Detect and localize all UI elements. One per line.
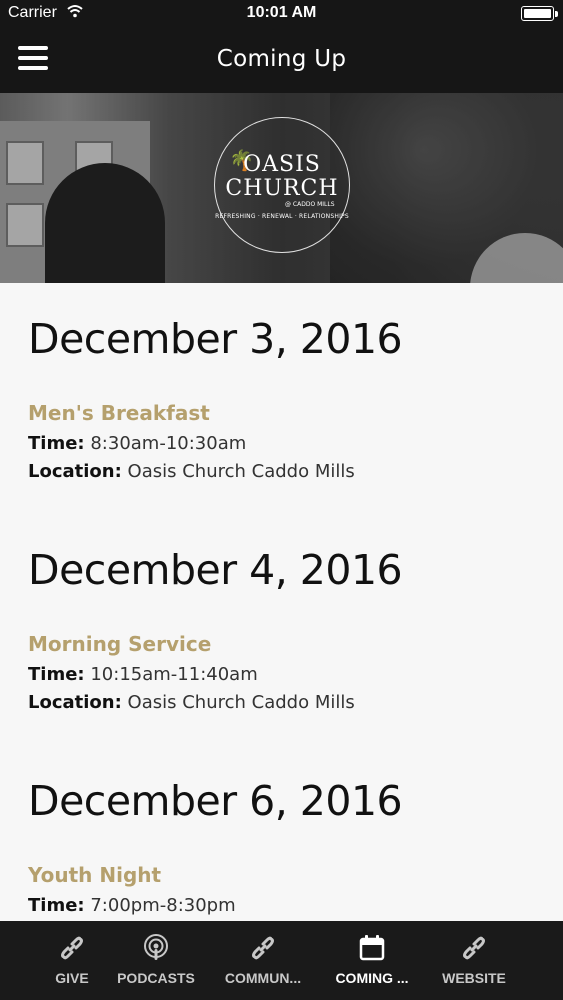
time-label: Time: bbox=[28, 895, 85, 916]
logo-line-2: CHURCH bbox=[225, 176, 339, 201]
tab-label: COMING ... bbox=[335, 970, 409, 986]
event-time: Time: 7:00pm-8:30pm bbox=[28, 895, 236, 916]
event-title[interactable]: Men's Breakfast bbox=[28, 401, 210, 425]
tab-label: PODCASTS bbox=[117, 970, 195, 986]
page-title: Coming Up bbox=[216, 46, 347, 72]
tab-community[interactable]: COMMUN... bbox=[215, 921, 311, 1000]
event-title[interactable]: Youth Night bbox=[28, 863, 161, 887]
event-location: Location: Oasis Church Caddo Mills bbox=[28, 461, 355, 482]
calendar-icon bbox=[324, 933, 420, 963]
time-value: 10:15am-11:40am bbox=[90, 664, 258, 685]
nav-bar: Coming Up bbox=[0, 28, 563, 93]
event-time: Time: 10:15am-11:40am bbox=[28, 664, 258, 685]
event-title[interactable]: Morning Service bbox=[28, 632, 211, 656]
location-label: Location: bbox=[28, 461, 122, 482]
event-date: December 6, 2016 bbox=[28, 777, 403, 825]
tab-label: WEBSITE bbox=[442, 970, 506, 986]
link-icon bbox=[430, 933, 518, 963]
battery-tip bbox=[555, 11, 558, 17]
logo-line-1: OASIS bbox=[243, 152, 321, 177]
church-logo: 🌴 OASIS CHURCH @ CADDO MILLS REFRESHING … bbox=[214, 117, 350, 253]
event-date: December 4, 2016 bbox=[28, 546, 403, 594]
tab-label: COMMUN... bbox=[224, 970, 302, 986]
time-label: Time: bbox=[28, 433, 85, 454]
event-list[interactable]: December 3, 2016 Men's Breakfast Time: 8… bbox=[0, 283, 563, 921]
time-label: Time: bbox=[28, 664, 85, 685]
event-time: Time: 8:30am-10:30am bbox=[28, 433, 246, 454]
event-date: December 3, 2016 bbox=[28, 315, 403, 363]
time-value: 8:30am-10:30am bbox=[90, 433, 247, 454]
tab-podcasts[interactable]: PODCASTS bbox=[108, 921, 204, 1000]
link-icon bbox=[215, 933, 311, 963]
hero-banner: 🌴 OASIS CHURCH @ CADDO MILLS REFRESHING … bbox=[0, 93, 563, 283]
tab-coming-up[interactable]: COMING ... bbox=[324, 921, 420, 1000]
location-value: Oasis Church Caddo Mills bbox=[127, 461, 355, 482]
time-value: 7:00pm-8:30pm bbox=[90, 895, 236, 916]
tab-bar: GIVE PODCASTS COMMUN... COMING ... WEBSI… bbox=[0, 921, 563, 1000]
status-time: 10:01 AM bbox=[246, 4, 317, 21]
location-label: Location: bbox=[28, 692, 122, 713]
event-location: Location: Oasis Church Caddo Mills bbox=[28, 692, 355, 713]
tab-website[interactable]: WEBSITE bbox=[430, 921, 518, 1000]
podcast-icon bbox=[108, 933, 204, 963]
logo-tagline: REFRESHING · RENEWAL · RELATIONSHIPS bbox=[215, 213, 349, 220]
logo-subtitle: @ CADDO MILLS bbox=[285, 201, 335, 208]
location-value: Oasis Church Caddo Mills bbox=[127, 692, 355, 713]
battery-icon bbox=[521, 6, 554, 21]
status-bar: Carrier 10:01 AM bbox=[0, 0, 563, 28]
